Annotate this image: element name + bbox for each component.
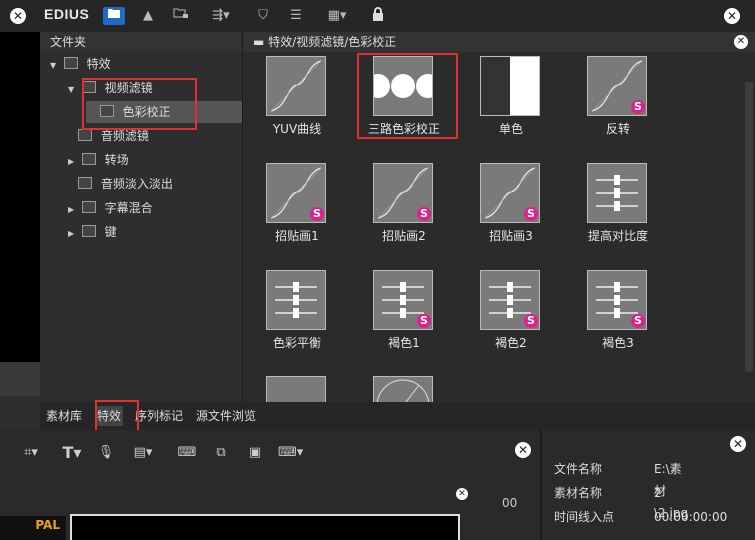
plugin-badge: S: [631, 100, 645, 114]
effect-tile-posterize-2[interactable]: S 招贴画2: [358, 163, 450, 263]
preview-monitor[interactable]: [70, 514, 460, 540]
close-info-icon[interactable]: ✕: [730, 436, 746, 452]
effect-tile-sepia-3[interactable]: S 褐色3: [572, 270, 664, 370]
tree-header: 文件夹: [40, 32, 242, 52]
tree-item-keyers[interactable]: ▶ 键: [68, 221, 117, 243]
left-bottom-bar-2: [0, 396, 40, 430]
effect-tile-invert[interactable]: S 反转: [572, 56, 664, 156]
plugin-badge: S: [417, 207, 431, 221]
tree-item-audio-fades[interactable]: 音频淡入淡出: [78, 173, 173, 195]
plugin-badge: S: [524, 207, 538, 221]
curve-icon: S: [587, 56, 647, 116]
tree-item-title-mixers[interactable]: ▶ 字幕混合: [68, 197, 153, 219]
effect-tile-partial-2[interactable]: [358, 376, 450, 402]
folder-icon: ▬: [253, 35, 265, 49]
plugin-badge: S: [417, 314, 431, 328]
collapsed-triangle-icon[interactable]: ▶: [68, 199, 78, 221]
wheel-icon: [373, 376, 433, 402]
left-bottom-bar: [0, 362, 40, 396]
curve-icon: S: [480, 163, 540, 223]
lock-icon[interactable]: [367, 7, 389, 25]
left-monitor-strip: ✕: [0, 0, 40, 430]
new-folder-icon[interactable]: [170, 7, 192, 25]
plugin-badge: S: [524, 314, 538, 328]
sliders-icon: [587, 163, 647, 223]
render-icon[interactable]: ▤▾: [128, 444, 158, 462]
tree-item-transitions[interactable]: ▶ 转场: [68, 149, 129, 171]
panel-tabs: 素材库 特效 序列标记 源文件浏览: [40, 402, 755, 430]
effect-tile-yuv-curve[interactable]: YUV曲线: [251, 56, 343, 156]
folder-icon: [63, 57, 78, 69]
close-timeline-icon[interactable]: ✕: [515, 442, 531, 458]
app-logo: EDIUS: [44, 6, 90, 22]
effect-tile-partial-1[interactable]: [251, 376, 343, 402]
effect-tile-sepia-2[interactable]: S 褐色2: [465, 270, 557, 370]
timecode-tick: 00: [502, 496, 518, 510]
highlight-tree-selection: [82, 78, 197, 130]
effects-grid-pane: ▬ 特效/视频滤镜/色彩校正 ✕ YUV曲线 三路色彩校正 单色 S 反转 S …: [243, 32, 755, 402]
folder-view-icon[interactable]: [103, 7, 125, 25]
tab-bin[interactable]: 素材库: [46, 406, 82, 426]
close-monitor-icon[interactable]: ✕: [456, 488, 468, 500]
plugin-badge: S: [631, 314, 645, 328]
collapsed-triangle-icon[interactable]: ▶: [68, 223, 78, 245]
effect-tile-sepia-1[interactable]: S 褐色1: [358, 270, 450, 370]
folder-icon: [81, 201, 96, 213]
scrollbar-thumb[interactable]: [745, 82, 753, 372]
sliders-icon: S: [587, 270, 647, 330]
info-row-timeline-in: 时间线入点 00:00:00:00: [554, 510, 728, 524]
info-panel: ✕ 文件名称 E:\素材\2.jpg 素材名称 2 时间线入点 00:00:00…: [540, 430, 755, 540]
sliders-icon: S: [480, 270, 540, 330]
close-breadcrumb-icon[interactable]: ✕: [734, 35, 748, 49]
up-folder-icon[interactable]: ▲: [137, 7, 159, 25]
apply-effect-icon[interactable]: ⇶▾: [205, 7, 237, 25]
mixer-icon[interactable]: ⧉: [210, 444, 232, 462]
info-row-clipname: 素材名称 2: [554, 486, 662, 500]
plugin-badge: S: [310, 207, 324, 221]
curve-icon: [266, 376, 326, 402]
effect-tile-color-balance[interactable]: 色彩平衡: [251, 270, 343, 370]
timeline-toolbar: ⌗▾ T▾ 🎙 ▤▾ ⌨ ⧉ ▣ ⌨▾ ✕: [0, 438, 540, 468]
microphone-icon[interactable]: 🎙: [96, 444, 116, 462]
curve-icon: S: [266, 163, 326, 223]
effect-tile-posterize-1[interactable]: S 招贴画1: [251, 163, 343, 263]
curve-icon: [266, 56, 326, 116]
left-topbar: ✕: [0, 0, 40, 32]
panel-toolbar: EDIUS ▲ ⇶▾ ⛉ ☰ ▦▾ ✕: [40, 0, 755, 32]
grid-view-icon[interactable]: ▦▾: [320, 7, 354, 25]
effect-tile-enhance-contrast[interactable]: 提高对比度: [572, 163, 664, 263]
timeline-area: ⌗▾ T▾ 🎙 ▤▾ ⌨ ⧉ ▣ ⌨▾ ✕ ✕ 00 PAL: [0, 430, 540, 540]
tree-item-effects[interactable]: ▼ 特效: [50, 53, 111, 75]
effect-tile-monochrome[interactable]: 单色: [465, 56, 557, 156]
breadcrumb: ▬ 特效/视频滤镜/色彩校正: [243, 32, 755, 52]
list-view-icon[interactable]: ☰: [285, 7, 307, 25]
format-badge: PAL: [0, 516, 66, 540]
collapsed-triangle-icon[interactable]: ▶: [68, 151, 78, 173]
sliders-icon: [266, 270, 326, 330]
shield-icon[interactable]: ⛉: [252, 7, 274, 25]
vertical-scrollbar[interactable]: [743, 52, 755, 402]
audio-folder-icon: [78, 177, 92, 189]
keyboard-icon[interactable]: ⌨: [176, 444, 198, 462]
info-row-filename: 文件名称 E:\素材\2.jpg: [554, 462, 689, 520]
effect-tile-posterize-3[interactable]: S 招贴画3: [465, 163, 557, 263]
close-panel-icon[interactable]: ✕: [724, 8, 740, 24]
export-icon[interactable]: ⌨▾: [278, 444, 303, 462]
tab-sequence-markers[interactable]: 序列标记: [135, 406, 183, 426]
audio-folder-icon: [78, 129, 92, 141]
folder-icon: [81, 225, 96, 237]
title-icon[interactable]: T▾: [60, 444, 84, 462]
close-icon[interactable]: ✕: [10, 8, 26, 24]
monochrome-icon: [480, 56, 540, 116]
sliders-icon: S: [373, 270, 433, 330]
expanded-triangle-icon[interactable]: ▼: [50, 55, 60, 77]
crop-icon[interactable]: ⌗▾: [16, 444, 46, 462]
expanded-triangle-icon[interactable]: ▼: [68, 79, 78, 101]
curve-icon: S: [373, 163, 433, 223]
scene-icon[interactable]: ▣: [244, 444, 266, 462]
highlight-three-way-tile: [357, 53, 458, 139]
folder-icon: [81, 153, 96, 165]
tab-source-browser[interactable]: 源文件浏览: [196, 406, 256, 426]
